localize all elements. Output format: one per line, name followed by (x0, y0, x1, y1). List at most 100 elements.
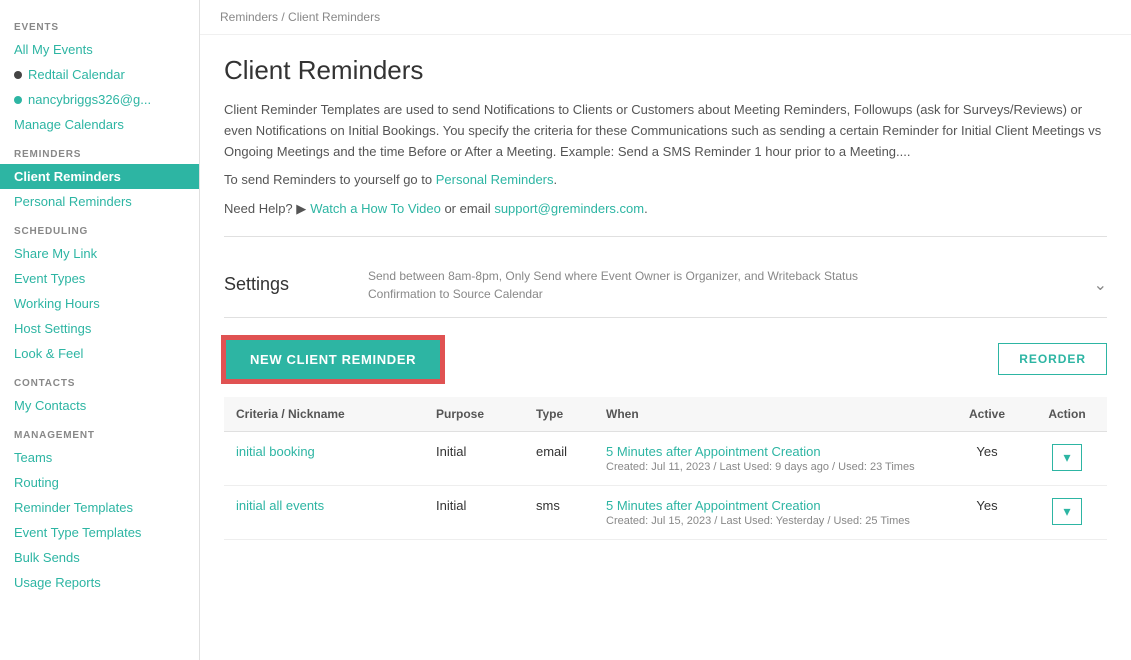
settings-line2: Confirmation to Source Calendar (368, 285, 1094, 303)
sidebar-item-nancybriggs[interactable]: nancybriggs326@g... (0, 87, 199, 112)
sidebar-section-contacts: CONTACTS (0, 366, 199, 393)
settings-row: Settings Send between 8am-8pm, Only Send… (224, 253, 1107, 318)
sidebar-item-label: Host Settings (14, 321, 91, 336)
table-row: initial bookingInitialemail5 Minutes aft… (224, 431, 1107, 485)
sidebar-item-client-reminders[interactable]: Client Reminders (0, 164, 199, 189)
col-header-purpose: Purpose (424, 397, 524, 432)
sidebar-item-personal-reminders[interactable]: Personal Reminders (0, 189, 199, 214)
sidebar-item-event-type-templates[interactable]: Event Type Templates (0, 520, 199, 545)
col-header-type: Type (524, 397, 594, 432)
or-email-text: or email (441, 201, 494, 216)
col-header-active: Active (947, 397, 1027, 432)
table-header: Criteria / Nickname Purpose Type When Ac… (224, 397, 1107, 432)
sidebar-item-usage-reports[interactable]: Usage Reports (0, 570, 199, 595)
col-header-action: Action (1027, 397, 1107, 432)
type-cell: sms (524, 485, 594, 539)
sidebar-item-manage-calendars[interactable]: Manage Calendars (0, 112, 199, 137)
support-email-link[interactable]: support@greminders.com (494, 201, 644, 216)
sidebar-item-all-my-events[interactable]: All My Events (0, 37, 199, 62)
personal-reminders-link[interactable]: Personal Reminders (436, 172, 554, 187)
sidebar-item-share-my-link[interactable]: Share My Link (0, 241, 199, 266)
col-header-criteria: Criteria / Nickname (224, 397, 424, 432)
sidebar-item-reminder-templates[interactable]: Reminder Templates (0, 495, 199, 520)
when-main: 5 Minutes after Appointment Creation (606, 444, 935, 459)
help-prefix: Need Help? (224, 201, 296, 216)
main-content: Reminders / Client Reminders Client Remi… (200, 0, 1131, 660)
new-client-reminder-button[interactable]: NEW CLIENT REMINDER (224, 338, 442, 381)
sidebar-item-label: nancybriggs326@g... (28, 92, 151, 107)
action-dropdown-button-0[interactable]: ▾ (1052, 444, 1081, 471)
description-box: Client Reminder Templates are used to se… (224, 100, 1107, 220)
sidebar-item-label: Personal Reminders (14, 194, 132, 209)
sidebar-section-management: MANAGEMENT (0, 418, 199, 445)
sidebar-item-label: Working Hours (14, 296, 100, 311)
sidebar-item-label: Event Types (14, 271, 85, 286)
action-dropdown-button-1[interactable]: ▾ (1052, 498, 1081, 525)
settings-label: Settings (224, 274, 344, 295)
sidebar-item-label: Manage Calendars (14, 117, 124, 132)
sidebar-item-label: Event Type Templates (14, 525, 141, 540)
sidebar-item-label: Teams (14, 450, 52, 465)
sidebar-item-working-hours[interactable]: Working Hours (0, 291, 199, 316)
sidebar-item-label: Client Reminders (14, 169, 121, 184)
sidebar-item-bulk-sends[interactable]: Bulk Sends (0, 545, 199, 570)
personal-reminders-prefix: To send Reminders to yourself go to (224, 172, 436, 187)
action-cell: ▾ (1027, 485, 1107, 539)
dot-icon (14, 71, 22, 79)
sidebar-item-label: Bulk Sends (14, 550, 80, 565)
table-row: initial all eventsInitialsms5 Minutes af… (224, 485, 1107, 539)
settings-chevron-icon[interactable]: ⌄ (1094, 275, 1107, 295)
sidebar-item-label: Routing (14, 475, 59, 490)
reorder-button[interactable]: REORDER (998, 343, 1107, 375)
sidebar-item-label: My Contacts (14, 398, 86, 413)
dot-icon (14, 96, 22, 104)
sidebar-item-redtail-calendar[interactable]: Redtail Calendar (0, 62, 199, 87)
col-header-when: When (594, 397, 947, 432)
table-body: initial bookingInitialemail5 Minutes aft… (224, 431, 1107, 539)
when-main: 5 Minutes after Appointment Creation (606, 498, 935, 513)
personal-reminders-note: To send Reminders to yourself go to Pers… (224, 170, 1107, 191)
sidebar-item-event-types[interactable]: Event Types (0, 266, 199, 291)
reminders-table: Criteria / Nickname Purpose Type When Ac… (224, 397, 1107, 540)
sidebar-item-label: Reminder Templates (14, 500, 133, 515)
sidebar-item-host-settings[interactable]: Host Settings (0, 316, 199, 341)
when-cell: 5 Minutes after Appointment Creation Crea… (594, 485, 947, 539)
breadcrumb-client-reminders: Client Reminders (288, 10, 380, 24)
when-cell: 5 Minutes after Appointment Creation Crea… (594, 431, 947, 485)
sidebar-section-reminders: REMINDERS (0, 137, 199, 164)
content-area: Client Reminders Client Reminder Templat… (200, 35, 1131, 560)
settings-value: Send between 8am-8pm, Only Send where Ev… (368, 267, 1094, 303)
sidebar-item-routing[interactable]: Routing (0, 470, 199, 495)
sidebar-item-teams[interactable]: Teams (0, 445, 199, 470)
watch-video-link[interactable]: Watch a How To Video (310, 201, 441, 216)
purpose-cell: Initial (424, 485, 524, 539)
purpose-cell: Initial (424, 431, 524, 485)
sidebar-item-label: Redtail Calendar (28, 67, 125, 82)
page-title: Client Reminders (224, 55, 1107, 86)
breadcrumb-reminders: Reminders (220, 10, 278, 24)
when-sub: Created: Jul 11, 2023 / Last Used: 9 day… (606, 461, 935, 473)
sidebar-item-label: Share My Link (14, 246, 97, 261)
sidebar-section-events: EVENTS (0, 10, 199, 37)
help-text: Need Help? ▶ Watch a How To Video or emai… (224, 199, 1107, 220)
actions-bar: NEW CLIENT REMINDER REORDER (224, 338, 1107, 381)
sidebar-item-label: All My Events (14, 42, 93, 57)
sidebar: EVENTS All My Events Redtail Calendar nancy… (0, 0, 200, 660)
sidebar-section-scheduling: SCHEDULING (0, 214, 199, 241)
sidebar-item-look-and-feel[interactable]: Look & Feel (0, 341, 199, 366)
settings-line1: Send between 8am-8pm, Only Send where Ev… (368, 267, 1094, 285)
separator-1 (224, 236, 1107, 237)
criteria-link-0[interactable]: initial booking (236, 444, 315, 459)
active-cell: Yes (947, 431, 1027, 485)
type-cell: email (524, 431, 594, 485)
sidebar-item-my-contacts[interactable]: My Contacts (0, 393, 199, 418)
video-icon: ▶ (296, 199, 306, 220)
breadcrumb: Reminders / Client Reminders (200, 0, 1131, 35)
active-cell: Yes (947, 485, 1027, 539)
when-sub: Created: Jul 15, 2023 / Last Used: Yeste… (606, 515, 935, 527)
action-cell: ▾ (1027, 431, 1107, 485)
sidebar-item-label: Look & Feel (14, 346, 83, 361)
description-text: Client Reminder Templates are used to se… (224, 100, 1107, 162)
criteria-link-1[interactable]: initial all events (236, 498, 324, 513)
sidebar-item-label: Usage Reports (14, 575, 101, 590)
